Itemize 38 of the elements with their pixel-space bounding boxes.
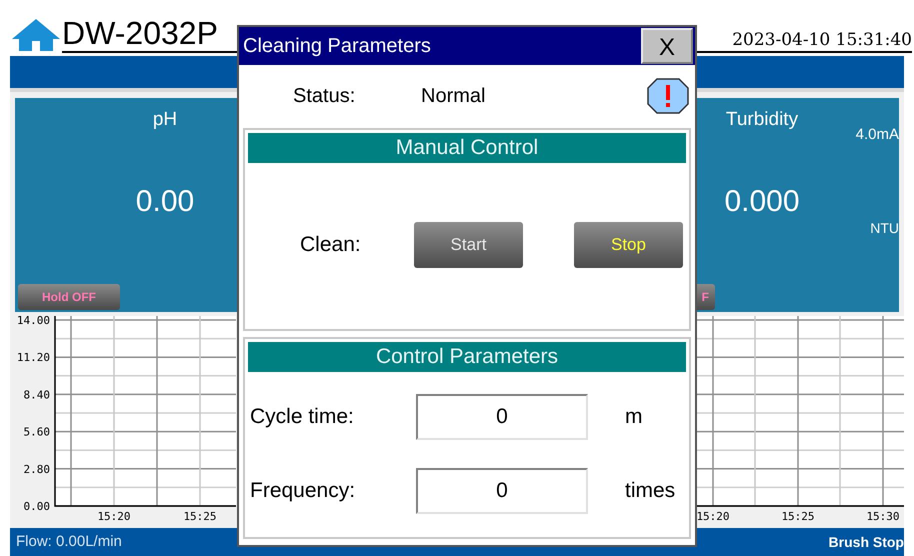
x-tick-label: 15:20 [97, 510, 131, 523]
y-tick-label: 5.60 [24, 426, 50, 439]
section-heading: Manual Control [248, 133, 686, 164]
close-button[interactable]: X [641, 28, 693, 64]
stop-button[interactable]: Stop [574, 222, 683, 268]
panel-value: 0.00 [136, 184, 194, 220]
x-tick-label: 15:25 [781, 510, 815, 523]
x-tick-label: 15:30 [866, 510, 900, 523]
app-title: DW-2032P [62, 15, 218, 51]
field-label: Frequency: [250, 478, 356, 504]
number-field[interactable]: 0 [416, 394, 588, 440]
unit-label: times [625, 478, 676, 504]
status-value: Normal [421, 84, 486, 110]
y-tick-label: 11.20 [16, 351, 50, 364]
panel-title: pH [152, 108, 178, 132]
panel-title: Turbidity [726, 108, 798, 132]
unit-label: m [625, 404, 642, 430]
y-tick-label: 2.80 [24, 462, 50, 476]
field-label: Cycle time: [250, 404, 355, 430]
section-heading: Control Parameters [248, 342, 686, 372]
warning-icon [647, 78, 689, 114]
brush-status: Brush Stop [828, 532, 904, 552]
current-reading: 4.0mA [856, 125, 899, 145]
y-tick-label: 8.40 [24, 388, 50, 402]
x-tick-label: 15:20 [696, 510, 730, 523]
flow-reading: Flow: 0.00L/min [16, 532, 122, 552]
status-label: Status: [293, 84, 356, 110]
unit-label: NTU [870, 219, 899, 238]
y-tick-label: 0.00 [24, 500, 50, 513]
x-tick-label: 15:25 [183, 510, 217, 523]
clean-label: Clean: [300, 232, 362, 258]
number-field[interactable]: 0 [416, 468, 588, 514]
home-icon[interactable] [10, 17, 62, 51]
dialog-title: Cleaning Parameters [243, 34, 431, 59]
start-button[interactable]: Start [414, 222, 523, 268]
y-tick-label: 14.00 [16, 316, 50, 327]
panel-value: 0.000 [724, 184, 800, 220]
date-time: 2023-04-10 15:31:40 [732, 29, 912, 51]
